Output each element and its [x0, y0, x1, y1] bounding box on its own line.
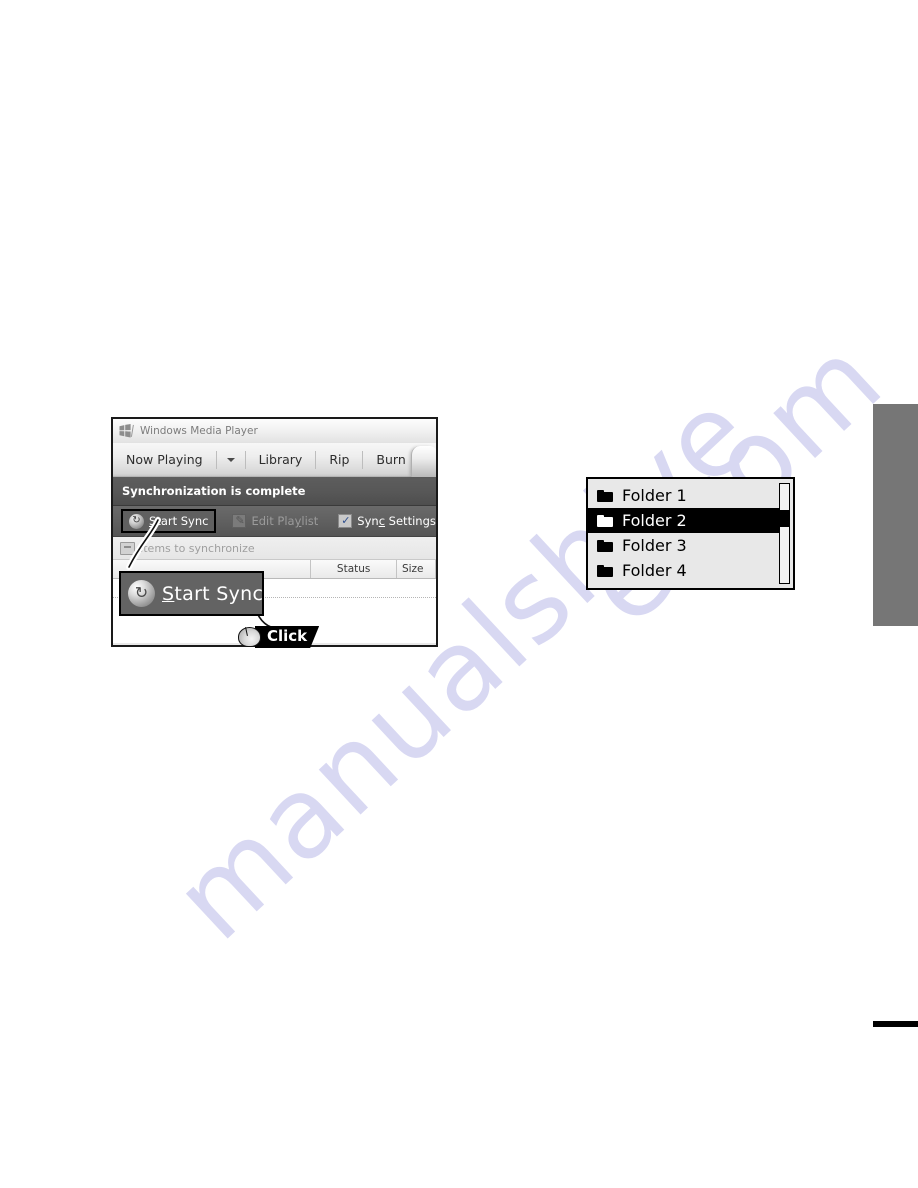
folder-label: Folder 3	[622, 536, 687, 555]
list-item-selected[interactable]: Folder 2	[588, 508, 779, 533]
start-sync-magnified-callout: ↻ Start Sync	[119, 571, 264, 616]
folder-label: Folder 2	[622, 511, 687, 530]
menu-item-library[interactable]: Library	[246, 444, 316, 476]
folder-list: Folder 1 Folder 2 Folder 3 Folder 4	[588, 479, 779, 588]
menu-item-now-playing[interactable]: Now Playing	[113, 444, 216, 476]
sync-circle-icon: ↻	[129, 513, 144, 529]
sync-settings-button[interactable]: ✓ Sync Settings	[332, 509, 436, 533]
folder-icon	[597, 539, 613, 552]
edit-playlist-icon: ✎	[232, 514, 247, 528]
edit-playlist-button[interactable]: ✎ Edit Playlist	[226, 509, 324, 533]
callout-label: Start Sync	[162, 582, 264, 605]
list-item[interactable]: Folder 1	[588, 483, 779, 508]
windows-media-player-logo-icon	[119, 424, 134, 438]
window-title: Windows Media Player	[140, 425, 258, 437]
sync-status-bar: Synchronization is complete	[113, 477, 436, 506]
window-menubar: Now Playing Library Rip Burn	[113, 443, 436, 477]
start-sync-button[interactable]: ↻ Start Sync	[121, 509, 217, 533]
scrollbar-track[interactable]	[779, 483, 790, 584]
items-to-synchronize-header: Items to synchronize	[113, 537, 436, 560]
chevron-down-icon[interactable]	[217, 457, 245, 462]
click-label: Click	[255, 626, 319, 648]
column-header-status[interactable]: Status	[311, 560, 397, 578]
chapter-side-tab	[873, 404, 918, 626]
folder-icon	[597, 564, 613, 577]
window-titlebar: Windows Media Player	[113, 419, 436, 443]
sync-circle-icon: ↻	[128, 580, 155, 607]
list-item[interactable]: Folder 4	[588, 558, 779, 583]
vertical-scrollbar[interactable]	[779, 479, 793, 588]
scrollbar-thumb[interactable]	[780, 509, 789, 527]
sync-status-message: Synchronization is complete	[122, 484, 306, 498]
start-sync-label: Start Sync	[149, 514, 209, 528]
folder-icon	[597, 514, 613, 527]
synchronize-icon	[120, 541, 135, 555]
list-item[interactable]: Folder 3	[588, 533, 779, 558]
sync-settings-label: Sync Settings	[357, 514, 436, 528]
edit-playlist-label: Edit Playlist	[251, 514, 319, 528]
page-bottom-rule	[873, 1021, 918, 1027]
sync-settings-icon: ✓	[338, 514, 353, 528]
column-header-size[interactable]: Size	[397, 560, 436, 578]
folder-label: Folder 1	[622, 486, 687, 505]
device-folder-list-panel: Folder 1 Folder 2 Folder 3 Folder 4	[586, 477, 795, 590]
click-instruction-badge: Click	[238, 626, 319, 648]
items-to-synchronize-label: Items to synchronize	[140, 541, 255, 555]
menu-tab-sync[interactable]	[411, 446, 436, 477]
folder-icon	[597, 489, 613, 502]
menu-item-rip[interactable]: Rip	[316, 444, 362, 476]
sync-toolbar: ↻ Start Sync ✎ Edit Playlist ✓ Sync Sett…	[113, 506, 436, 537]
folder-label: Folder 4	[622, 561, 687, 580]
mouse-cursor-icon	[238, 627, 261, 647]
